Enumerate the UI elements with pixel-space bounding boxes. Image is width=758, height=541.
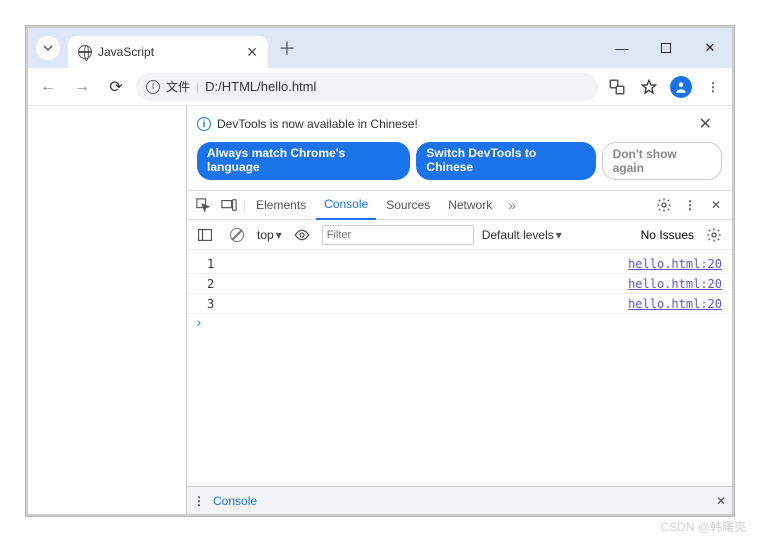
address-bar[interactable]: i 文件 | D:/HTML/hello.html	[136, 73, 598, 101]
close-window-button[interactable]: ✕	[688, 28, 732, 68]
chip-dont-show[interactable]: Don't show again	[602, 142, 722, 180]
log-source-link[interactable]: hello.html:20	[628, 277, 722, 291]
browser-window: JavaScript ✕ ＋ — ✕ ← → ⟳ i 文件 | D:/HTML/…	[26, 26, 734, 516]
log-source-link[interactable]: hello.html:20	[628, 297, 722, 311]
console-output: 1 hello.html:20 2 hello.html:20 3 hello.…	[187, 250, 732, 486]
info-icon: i	[146, 80, 160, 94]
live-expression-icon[interactable]	[290, 220, 314, 250]
console-row: 3 hello.html:20	[187, 294, 732, 314]
window-controls: — ✕	[600, 28, 732, 68]
drawer-tab-console[interactable]: Console	[213, 494, 257, 508]
minimize-button[interactable]: —	[600, 28, 644, 68]
menu-button[interactable]: ⋮	[700, 74, 726, 100]
translate-icon[interactable]	[604, 74, 630, 100]
close-tab-button[interactable]: ✕	[246, 44, 258, 61]
forward-button[interactable]: →	[68, 73, 96, 101]
issues-status[interactable]: No Issues	[641, 228, 694, 242]
console-toolbar: top▾ Default levels▾ No Issues	[187, 220, 732, 250]
context-select[interactable]: top▾	[257, 228, 282, 242]
watermark: CSDN @韩曙亮	[660, 518, 746, 535]
devtools-infobar: i DevTools is now available in Chinese! …	[187, 106, 732, 136]
device-toggle-icon[interactable]	[217, 190, 241, 220]
chip-match-language[interactable]: Always match Chrome's language	[197, 142, 410, 180]
devtools-close-button[interactable]: ✕	[704, 190, 728, 220]
inspect-icon[interactable]	[191, 190, 215, 220]
drawer-menu-button[interactable]: ⋮	[193, 494, 205, 508]
globe-icon	[78, 45, 92, 59]
filter-input[interactable]	[322, 225, 474, 245]
infobar-actions: Always match Chrome's language Switch De…	[187, 136, 732, 190]
info-icon: i	[197, 117, 211, 131]
bookmark-icon[interactable]	[636, 74, 662, 100]
console-settings-icon[interactable]	[702, 220, 726, 250]
titlebar: JavaScript ✕ ＋ — ✕	[28, 28, 732, 68]
log-source-link[interactable]: hello.html:20	[628, 257, 722, 271]
drawer-close-button[interactable]: ✕	[716, 494, 726, 508]
log-value: 2	[207, 277, 214, 291]
infobar-close-button[interactable]: ✕	[699, 114, 722, 134]
maximize-button[interactable]	[644, 28, 688, 68]
tab-title: JavaScript	[98, 45, 210, 59]
sidebar-toggle-icon[interactable]	[193, 220, 217, 250]
devtools-panel: i DevTools is now available in Chinese! …	[186, 106, 732, 514]
toolbar: ← → ⟳ i 文件 | D:/HTML/hello.html ⋮	[28, 68, 732, 106]
page-viewport	[28, 106, 186, 514]
browser-tab[interactable]: JavaScript ✕	[68, 36, 268, 68]
chip-switch-language[interactable]: Switch DevTools to Chinese	[416, 142, 595, 180]
log-value: 1	[207, 257, 214, 271]
tab-sources[interactable]: Sources	[378, 190, 438, 220]
log-value: 3	[207, 297, 214, 311]
profile-button[interactable]	[668, 74, 694, 100]
tab-console[interactable]: Console	[316, 190, 376, 220]
url-prefix: 文件	[166, 78, 190, 95]
tab-network[interactable]: Network	[440, 190, 500, 220]
devtools-menu-button[interactable]: ⋮	[678, 190, 702, 220]
log-levels-select[interactable]: Default levels▾	[482, 228, 562, 242]
avatar-icon	[670, 76, 692, 98]
reload-button[interactable]: ⟳	[102, 73, 130, 101]
infobar-text: DevTools is now available in Chinese!	[217, 117, 418, 131]
url-text: D:/HTML/hello.html	[205, 79, 316, 94]
devtools-tabbar: | Elements Console Sources Network » ⋮ ✕	[187, 190, 732, 220]
settings-icon[interactable]	[652, 190, 676, 220]
tab-elements[interactable]: Elements	[248, 190, 314, 220]
tab-search-button[interactable]	[36, 36, 60, 60]
console-prompt[interactable]: ›	[187, 314, 732, 333]
content-area: i DevTools is now available in Chinese! …	[28, 106, 732, 514]
new-tab-button[interactable]: ＋	[278, 35, 296, 61]
devtools-drawer: ⋮ Console ✕	[187, 486, 732, 514]
tabs-overflow-button[interactable]: »	[502, 197, 522, 213]
back-button[interactable]: ←	[34, 73, 62, 101]
console-row: 2 hello.html:20	[187, 274, 732, 294]
clear-console-icon[interactable]	[225, 220, 249, 250]
console-row: 1 hello.html:20	[187, 254, 732, 274]
